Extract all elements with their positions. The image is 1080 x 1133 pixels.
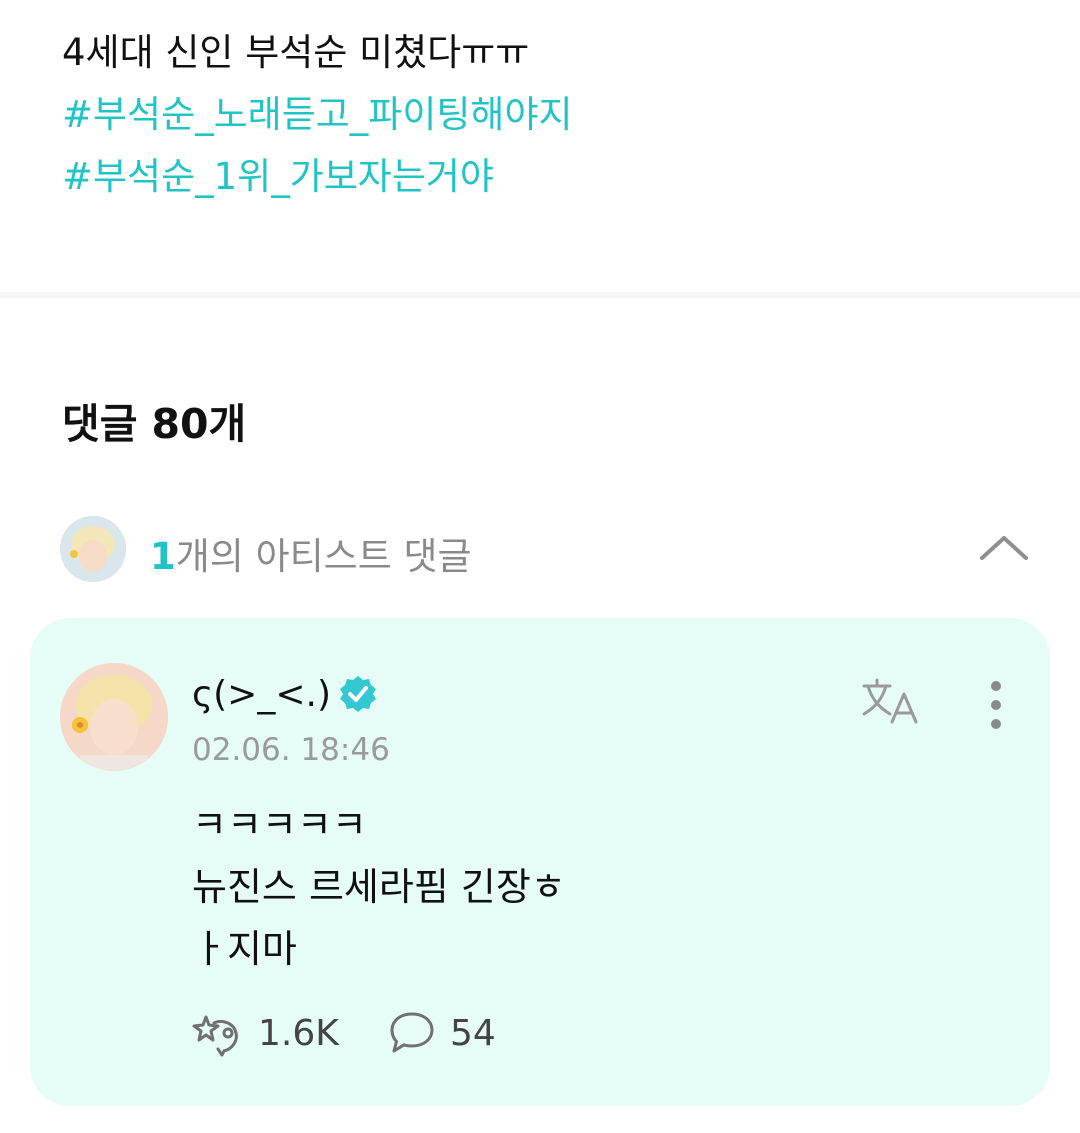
artist-avatar-image bbox=[60, 516, 126, 582]
author-avatar[interactable] bbox=[60, 663, 168, 771]
author-avatar-image bbox=[60, 663, 168, 771]
reply-count: 54 bbox=[450, 1012, 496, 1054]
translate-icon[interactable] bbox=[860, 676, 922, 728]
verified-badge-icon bbox=[340, 676, 376, 712]
comments-label: 댓글 bbox=[62, 400, 138, 448]
artist-comments-toggle[interactable]: 1개의 아티스트 댓글 bbox=[60, 516, 1030, 582]
post-body: 4세대 신인 부석순 미쳤다ㅠㅠ #부석순_노래듣고_파이팅해야지 #부석순_1… bbox=[62, 22, 1042, 208]
artist-comments-label: 1개의 아티스트 댓글 bbox=[150, 526, 472, 580]
comments-count: 80개 bbox=[151, 400, 247, 448]
reply-button[interactable]: 54 bbox=[388, 1008, 496, 1058]
comment-line: 뉴진스 르세라핌 긴장ㅎ bbox=[192, 865, 566, 909]
comment-timestamp: 02.06. 18:46 bbox=[192, 732, 390, 768]
artist-avatar bbox=[60, 516, 126, 582]
comments-header: 댓글 80개 bbox=[62, 390, 246, 450]
speech-bubble-icon bbox=[390, 1012, 434, 1053]
hashtag-link[interactable]: #부석순_1위_가보자는거야 bbox=[62, 146, 1042, 208]
cheer-icon bbox=[192, 1015, 238, 1057]
section-divider bbox=[0, 292, 1080, 298]
comment-line: ㅏ지마 bbox=[192, 927, 297, 971]
post-title: 4세대 신인 부석순 미쳤다ㅠㅠ bbox=[62, 31, 530, 74]
like-count: 1.6K bbox=[258, 1012, 339, 1054]
comment-text: ㅋㅋㅋㅋㅋ 뉴진스 르세라핌 긴장ㅎ ㅏ지마 bbox=[192, 794, 566, 980]
artist-comments-count: 1 bbox=[150, 535, 176, 578]
like-button[interactable]: 1.6K bbox=[192, 1008, 339, 1058]
author-name[interactable]: ς(>_<.) bbox=[192, 674, 331, 715]
hashtag-link[interactable]: #부석순_노래듣고_파이팅해야지 bbox=[62, 84, 1042, 146]
artist-comment-card: ς(>_<.) 02.06. 18:46 ㅋㅋㅋㅋㅋ 뉴진스 르세라핌 긴장ㅎ … bbox=[30, 618, 1050, 1106]
chevron-up-icon[interactable] bbox=[978, 528, 1030, 568]
artist-comments-text: 개의 아티스트 댓글 bbox=[175, 535, 472, 578]
more-vertical-icon[interactable] bbox=[988, 680, 1004, 730]
comment-line: ㅋㅋㅋㅋㅋ bbox=[192, 803, 367, 847]
